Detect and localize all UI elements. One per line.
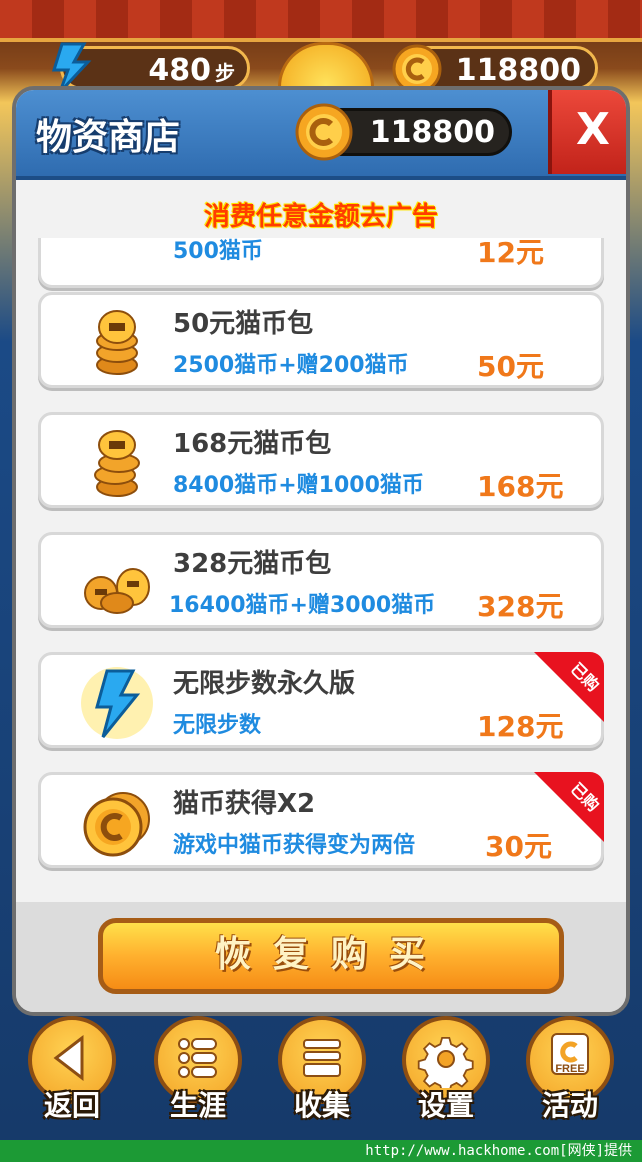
coin-stack-icon [94, 430, 140, 497]
item-price: 12元 [477, 238, 544, 269]
stage-curtain [0, 0, 642, 42]
purchased-badge: 已购 [534, 652, 604, 722]
gift-box-icon [303, 1039, 341, 1077]
shop-item[interactable]: 50元猫币包 2500猫币+赠200猫币 50元 [38, 292, 604, 388]
coin-stack-icon [96, 310, 138, 375]
shop-item[interactable]: 168元猫币包 8400猫币+赠1000猫币 168元 [38, 412, 604, 508]
nav-event-button[interactable]: FREE 活动 [524, 1016, 616, 1136]
back-arrow-icon [53, 1034, 84, 1082]
close-button[interactable]: X [548, 90, 626, 174]
nav-label: 收集 [293, 1089, 350, 1122]
list-icon [178, 1038, 217, 1078]
shop-item-list[interactable]: 500猫币 12元 50元猫币包 2500猫币+赠200猫币 50元 168元猫… [16, 238, 626, 908]
nav-collection-button[interactable]: 收集 [276, 1016, 368, 1136]
gear-icon [417, 1037, 474, 1088]
item-desc: 16400猫币+赠3000猫币 [169, 593, 436, 618]
steps-unit: 步 [215, 61, 235, 85]
nav-career-button[interactable]: 生涯 [152, 1016, 244, 1136]
item-price: 328元 [477, 590, 564, 623]
purchased-badge: 已购 [534, 772, 604, 842]
item-desc: 2500猫币+赠200猫币 [173, 353, 409, 378]
nav-label: 设置 [417, 1089, 474, 1122]
nav-label: 生涯 [169, 1089, 226, 1122]
steps-value: 480 [148, 53, 211, 88]
item-price: 168元 [477, 470, 564, 503]
dialog-header: 物资商店 118800 X [16, 90, 626, 180]
item-desc: 游戏中猫币获得变为两倍 [173, 833, 416, 858]
shop-item[interactable]: 328元猫币包 16400猫币+赠3000猫币 328元 [38, 532, 604, 628]
item-desc: 8400猫币+赠1000猫币 [173, 473, 424, 498]
item-name: 50元猫币包 [173, 309, 314, 339]
coin-pile-icon [84, 568, 150, 614]
double-coin-icon [83, 792, 150, 857]
nav-settings-button[interactable]: 设置 [400, 1016, 492, 1136]
promo-banner: 消费任意金额去广告 [203, 202, 438, 232]
dialog-title: 物资商店 [36, 117, 181, 158]
shop-item[interactable]: 猫币获得X2 游戏中猫币获得变为两倍 30元 已购 [38, 772, 604, 868]
restore-purchase-button[interactable]: 恢复购买 [98, 918, 564, 994]
coin-counter-value: 118800 [455, 53, 581, 88]
item-price: 50元 [477, 350, 544, 383]
item-desc: 500猫币 [173, 239, 263, 264]
item-name: 无限步数永久版 [173, 669, 356, 699]
shop-dialog: 物资商店 118800 X 消费任意金额去广告 500猫币 12元 50元猫币包… [12, 86, 630, 1016]
nav-label: 活动 [541, 1089, 598, 1122]
lightning-icon [81, 667, 153, 739]
nav-label: 返回 [43, 1089, 100, 1122]
coin-icon [295, 103, 353, 161]
shop-item-partial[interactable]: 500猫币 12元 [38, 238, 604, 288]
free-icon-text: FREE [555, 1063, 584, 1075]
shop-item[interactable]: 无限步数永久版 无限步数 128元 已购 [38, 652, 604, 748]
nav-back-button[interactable]: 返回 [26, 1016, 118, 1136]
item-desc: 无限步数 [173, 713, 262, 738]
item-name: 328元猫币包 [173, 549, 332, 579]
item-name: 168元猫币包 [173, 429, 332, 459]
watermark: http://www.hackhome.com[网侠]提供 [0, 1140, 642, 1162]
item-name: 猫币获得X2 [173, 789, 316, 819]
free-coin-icon: FREE [551, 1033, 589, 1075]
